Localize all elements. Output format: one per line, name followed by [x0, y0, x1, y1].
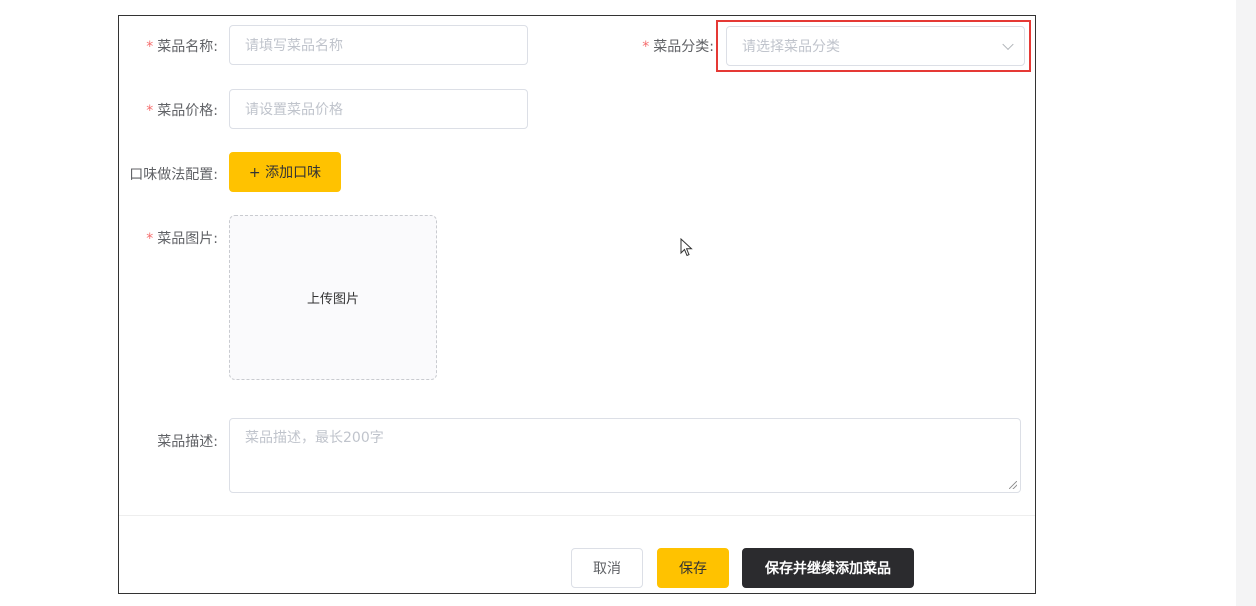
save-and-continue-button[interactable]: 保存并继续添加菜品 [742, 548, 914, 588]
dish-description-placeholder: 菜品描述，最长200字 [245, 430, 384, 446]
dish-description-textarea[interactable]: 菜品描述，最长200字 [229, 418, 1021, 493]
required-mark: * [642, 39, 650, 55]
dish-price-placeholder: 请设置菜品价格 [245, 102, 343, 118]
save-button[interactable]: 保存 [657, 548, 729, 588]
required-mark: * [146, 231, 154, 247]
required-mark: * [146, 39, 154, 55]
add-flavor-button[interactable]: + 添加口味 [229, 152, 341, 192]
upload-text: 上传图片 [306, 292, 359, 307]
resize-handle-icon[interactable] [1009, 481, 1017, 489]
background-strip [1236, 0, 1256, 606]
mouse-pointer-icon [680, 238, 693, 257]
dish-name-placeholder: 请填写菜品名称 [245, 38, 343, 54]
dish-name-input[interactable]: 请填写菜品名称 [229, 25, 528, 65]
cancel-button[interactable]: 取消 [571, 548, 643, 588]
dish-category-label: * 菜品分类: [642, 39, 714, 55]
dish-image-label: * 菜品图片: [146, 231, 218, 247]
flavor-config-label: 口味做法配置: [129, 167, 218, 183]
highlight-annotation [716, 20, 1031, 72]
dish-price-input[interactable]: 请设置菜品价格 [229, 89, 528, 129]
dish-name-label: * 菜品名称: [146, 39, 218, 55]
image-upload-area[interactable]: 上传图片 [229, 215, 437, 380]
required-mark: * [146, 103, 154, 119]
footer-divider [119, 515, 1035, 516]
dish-price-label: * 菜品价格: [146, 103, 218, 119]
dish-description-label: 菜品描述: [157, 434, 218, 450]
